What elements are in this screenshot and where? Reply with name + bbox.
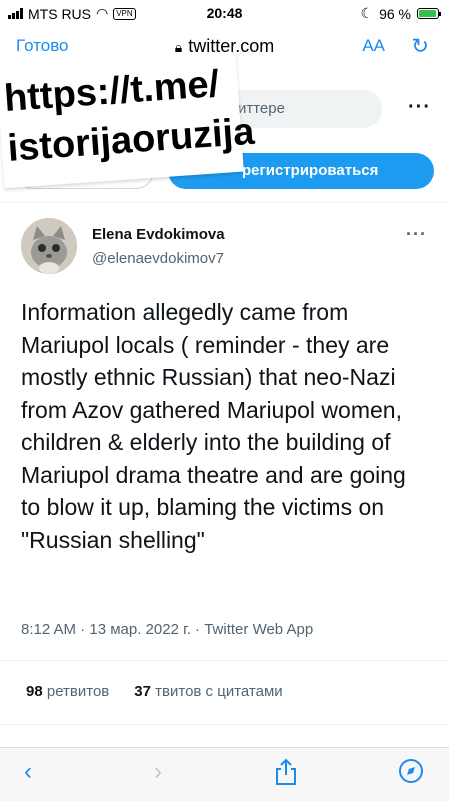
avatar[interactable] xyxy=(21,218,77,274)
watermark-line-2: istorijaoruzija xyxy=(6,110,256,170)
battery-percent: 96 % xyxy=(379,5,411,22)
quotes-count: 37 xyxy=(134,683,151,700)
compass-icon[interactable] xyxy=(398,758,424,791)
tweet-stats: 98 ретвитов 37 твитов с цитатами xyxy=(26,683,283,700)
quotes-stat[interactable]: 37 твитов с цитатами xyxy=(134,683,282,700)
watermark-line-1: https://t.me/ xyxy=(2,63,221,120)
moon-icon: ☾ xyxy=(360,5,374,21)
divider xyxy=(0,724,449,725)
more-options-icon[interactable]: ··· xyxy=(408,96,431,119)
share-icon[interactable] xyxy=(274,758,298,793)
watermark-overlay: https://t.me/ istorijaoruzija xyxy=(0,51,256,189)
back-icon[interactable]: ‹ xyxy=(24,758,32,786)
reload-icon[interactable]: ↻ xyxy=(411,34,429,59)
quotes-label: твитов с цитатами xyxy=(155,683,283,700)
browser-toolbar: ‹ › xyxy=(0,747,449,801)
author-name[interactable]: Elena Evdokimova xyxy=(92,226,225,243)
tweet-meta[interactable]: 8:12 AM · 13 мар. 2022 г. · Twitter Web … xyxy=(21,621,313,638)
text-size-button[interactable]: AA xyxy=(362,36,385,56)
author-handle[interactable]: @elenaevdokimov7 xyxy=(92,250,224,267)
tweet-more-icon[interactable]: ··· xyxy=(406,224,427,245)
retweets-label: ретвитов xyxy=(46,683,110,700)
retweets-stat[interactable]: 98 ретвитов xyxy=(26,683,109,700)
status-bar: MTS RUS ◠ VPN 20:48 ☾ 96 % xyxy=(0,0,449,26)
forward-icon[interactable]: › xyxy=(154,758,162,786)
lock-icon: 🔒︎ xyxy=(174,39,183,55)
status-right: ☾ 96 % xyxy=(360,5,441,22)
tweet-text: Information allegedly came from Mariupol… xyxy=(21,299,406,553)
battery-icon xyxy=(417,8,441,19)
divider xyxy=(0,660,449,661)
retweets-count: 98 xyxy=(26,683,43,700)
divider xyxy=(0,202,449,203)
